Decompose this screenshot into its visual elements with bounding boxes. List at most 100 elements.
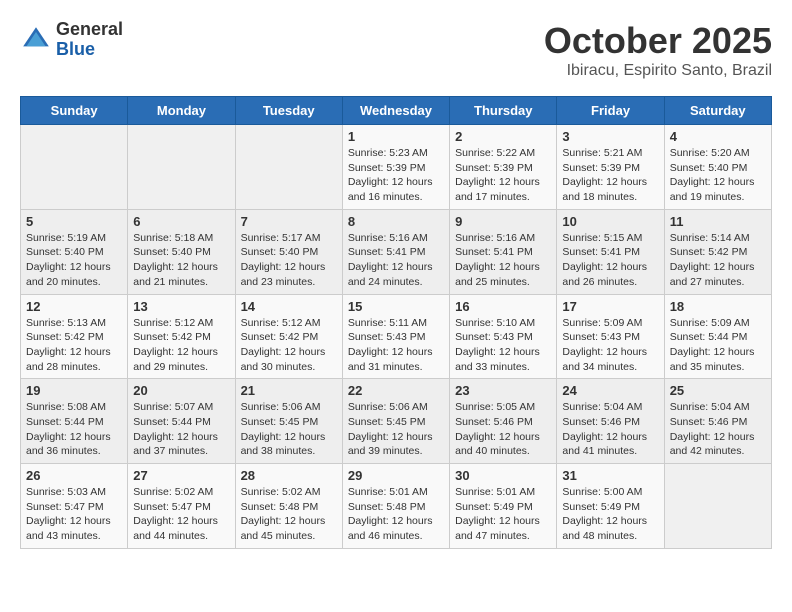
day-info: Sunrise: 5:01 AMSunset: 5:49 PMDaylight:… [455, 485, 551, 544]
calendar-cell: 3Sunrise: 5:21 AMSunset: 5:39 PMDaylight… [557, 125, 664, 210]
day-number: 10 [562, 214, 658, 229]
day-number: 1 [348, 129, 444, 144]
calendar-cell: 14Sunrise: 5:12 AMSunset: 5:42 PMDayligh… [235, 294, 342, 379]
calendar-week-row: 1Sunrise: 5:23 AMSunset: 5:39 PMDaylight… [21, 125, 772, 210]
calendar-cell: 11 Sunrise: 5:14 AMSunset: 5:42 PMDayligh… [664, 209, 771, 294]
calendar-week-row: 26 Sunrise: 5:03 AMSunset: 5:47 PMDayligh… [21, 464, 772, 549]
calendar-week-row: 5 Sunrise: 5:19 AMSunset: 5:40 PMDaylight… [21, 209, 772, 294]
logo-text: General Blue [56, 20, 123, 60]
day-number: 18 [670, 299, 766, 314]
calendar-cell: 16 Sunrise: 5:10 AMSunset: 5:43 PMDayligh… [450, 294, 557, 379]
calendar-cell [664, 464, 771, 549]
calendar-cell: 31Sunrise: 5:00 AMSunset: 5:49 PMDayligh… [557, 464, 664, 549]
day-info: Sunrise: 5:07 AMSunset: 5:44 PMDaylight:… [133, 400, 229, 459]
day-info: Sunrise: 5:18 AMSunset: 5:40 PMDaylight:… [133, 231, 229, 290]
calendar-cell [128, 125, 235, 210]
weekday-header-tuesday: Tuesday [235, 97, 342, 125]
day-info: Sunrise: 5:05 AMSunset: 5:46 PMDaylight:… [455, 400, 551, 459]
title-section: October 2025 Ibiracu, Espirito Santo, Br… [544, 20, 772, 80]
calendar-cell: 5 Sunrise: 5:19 AMSunset: 5:40 PMDaylight… [21, 209, 128, 294]
day-number: 25 [670, 383, 766, 398]
calendar-table: SundayMondayTuesdayWednesdayThursdayFrid… [20, 96, 772, 549]
day-info: Sunrise: 5:11 AMSunset: 5:43 PMDaylight:… [348, 316, 444, 375]
day-number: 30 [455, 468, 551, 483]
day-info: Sunrise: 5:06 AMSunset: 5:45 PMDaylight:… [241, 400, 337, 459]
weekday-header-sunday: Sunday [21, 97, 128, 125]
logo-blue: Blue [56, 40, 123, 60]
weekday-header-row: SundayMondayTuesdayWednesdayThursdayFrid… [21, 97, 772, 125]
calendar-cell: 19 Sunrise: 5:08 AMSunset: 5:44 PMDayligh… [21, 379, 128, 464]
page-header: General Blue October 2025 Ibiracu, Espir… [20, 20, 772, 80]
calendar-cell: 9Sunrise: 5:16 AMSunset: 5:41 PMDaylight… [450, 209, 557, 294]
day-number: 26 [26, 468, 122, 483]
weekday-header-saturday: Saturday [664, 97, 771, 125]
day-number: 28 [241, 468, 337, 483]
calendar-cell: 13 Sunrise: 5:12 AMSunset: 5:42 PMDayligh… [128, 294, 235, 379]
calendar-cell: 24 Sunrise: 5:04 AMSunset: 5:46 PMDayligh… [557, 379, 664, 464]
day-number: 29 [348, 468, 444, 483]
day-info: Sunrise: 5:12 AMSunset: 5:42 PMDaylight:… [241, 316, 337, 375]
calendar-cell: 26 Sunrise: 5:03 AMSunset: 5:47 PMDayligh… [21, 464, 128, 549]
calendar-cell: 25 Sunrise: 5:04 AMSunset: 5:46 PMDayligh… [664, 379, 771, 464]
day-info: Sunrise: 5:19 AMSunset: 5:40 PMDaylight:… [26, 231, 122, 290]
calendar-cell [21, 125, 128, 210]
day-number: 2 [455, 129, 551, 144]
logo-icon [20, 24, 52, 56]
calendar-cell: 7Sunrise: 5:17 AMSunset: 5:40 PMDaylight… [235, 209, 342, 294]
month-title: October 2025 [544, 20, 772, 62]
calendar-cell: 29Sunrise: 5:01 AMSunset: 5:48 PMDayligh… [342, 464, 449, 549]
day-info: Sunrise: 5:14 AMSunset: 5:42 PMDaylight:… [670, 231, 766, 290]
day-number: 27 [133, 468, 229, 483]
day-number: 6 [133, 214, 229, 229]
weekday-header-wednesday: Wednesday [342, 97, 449, 125]
day-info: Sunrise: 5:20 AMSunset: 5:40 PMDaylight:… [670, 146, 766, 205]
calendar-cell: 21 Sunrise: 5:06 AMSunset: 5:45 PMDayligh… [235, 379, 342, 464]
day-info: Sunrise: 5:16 AMSunset: 5:41 PMDaylight:… [348, 231, 444, 290]
day-info: Sunrise: 5:12 AMSunset: 5:42 PMDaylight:… [133, 316, 229, 375]
day-number: 11 [670, 214, 766, 229]
day-number: 13 [133, 299, 229, 314]
day-info: Sunrise: 5:02 AMSunset: 5:48 PMDaylight:… [241, 485, 337, 544]
day-number: 31 [562, 468, 658, 483]
day-info: Sunrise: 5:16 AMSunset: 5:41 PMDaylight:… [455, 231, 551, 290]
day-number: 19 [26, 383, 122, 398]
calendar-cell: 8 Sunrise: 5:16 AMSunset: 5:41 PMDaylight… [342, 209, 449, 294]
calendar-cell: 20Sunrise: 5:07 AMSunset: 5:44 PMDayligh… [128, 379, 235, 464]
calendar-cell: 17Sunrise: 5:09 AMSunset: 5:43 PMDayligh… [557, 294, 664, 379]
day-number: 22 [348, 383, 444, 398]
day-info: Sunrise: 5:22 AMSunset: 5:39 PMDaylight:… [455, 146, 551, 205]
day-number: 5 [26, 214, 122, 229]
day-info: Sunrise: 5:04 AMSunset: 5:46 PMDaylight:… [562, 400, 658, 459]
day-number: 16 [455, 299, 551, 314]
calendar-cell: 18Sunrise: 5:09 AMSunset: 5:44 PMDayligh… [664, 294, 771, 379]
calendar-cell: 12 Sunrise: 5:13 AMSunset: 5:42 PMDayligh… [21, 294, 128, 379]
day-number: 15 [348, 299, 444, 314]
calendar-cell: 27Sunrise: 5:02 AMSunset: 5:47 PMDayligh… [128, 464, 235, 549]
day-number: 8 [348, 214, 444, 229]
calendar-cell: 22Sunrise: 5:06 AMSunset: 5:45 PMDayligh… [342, 379, 449, 464]
day-info: Sunrise: 5:08 AMSunset: 5:44 PMDaylight:… [26, 400, 122, 459]
day-info: Sunrise: 5:09 AMSunset: 5:43 PMDaylight:… [562, 316, 658, 375]
day-info: Sunrise: 5:03 AMSunset: 5:47 PMDaylight:… [26, 485, 122, 544]
day-number: 12 [26, 299, 122, 314]
weekday-header-monday: Monday [128, 97, 235, 125]
calendar-week-row: 19 Sunrise: 5:08 AMSunset: 5:44 PMDayligh… [21, 379, 772, 464]
day-info: Sunrise: 5:17 AMSunset: 5:40 PMDaylight:… [241, 231, 337, 290]
day-info: Sunrise: 5:13 AMSunset: 5:42 PMDaylight:… [26, 316, 122, 375]
day-info: Sunrise: 5:10 AMSunset: 5:43 PMDaylight:… [455, 316, 551, 375]
calendar-cell: 30 Sunrise: 5:01 AMSunset: 5:49 PMDayligh… [450, 464, 557, 549]
calendar-cell: 10 Sunrise: 5:15 AMSunset: 5:41 PMDayligh… [557, 209, 664, 294]
location-subtitle: Ibiracu, Espirito Santo, Brazil [544, 62, 772, 80]
calendar-cell: 4 Sunrise: 5:20 AMSunset: 5:40 PMDaylight… [664, 125, 771, 210]
calendar-cell: 28 Sunrise: 5:02 AMSunset: 5:48 PMDayligh… [235, 464, 342, 549]
day-info: Sunrise: 5:21 AMSunset: 5:39 PMDaylight:… [562, 146, 658, 205]
day-info: Sunrise: 5:15 AMSunset: 5:41 PMDaylight:… [562, 231, 658, 290]
day-number: 24 [562, 383, 658, 398]
weekday-header-thursday: Thursday [450, 97, 557, 125]
weekday-header-friday: Friday [557, 97, 664, 125]
day-number: 21 [241, 383, 337, 398]
calendar-week-row: 12 Sunrise: 5:13 AMSunset: 5:42 PMDayligh… [21, 294, 772, 379]
day-info: Sunrise: 5:04 AMSunset: 5:46 PMDaylight:… [670, 400, 766, 459]
calendar-cell [235, 125, 342, 210]
day-number: 4 [670, 129, 766, 144]
